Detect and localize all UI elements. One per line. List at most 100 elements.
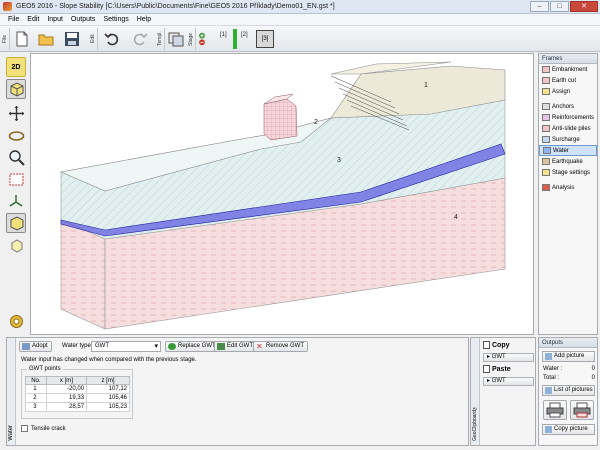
checkbox-icon (21, 425, 28, 432)
axes-icon (9, 194, 22, 207)
solid-view-button[interactable] (6, 213, 26, 233)
geo-clipboard-panel: GeoClipboard™ Copy ▸ GWT Paste ▸ GWT (470, 337, 536, 446)
reinforcements-icon (542, 114, 550, 121)
cube-icon (10, 215, 23, 231)
picture-list-icon (545, 387, 552, 394)
tensile-crack-label: Tensile crack (31, 425, 66, 432)
app-icon (3, 2, 12, 11)
save-file-button[interactable] (62, 29, 82, 49)
paste-gwt-button[interactable]: ▸ GWT (483, 377, 534, 386)
save-icon (65, 32, 79, 46)
redo-button[interactable] (130, 29, 150, 49)
move-button[interactable] (6, 103, 26, 123)
copy-gwt-button[interactable]: ▸ GWT (483, 353, 534, 362)
settings-button[interactable] (6, 311, 26, 331)
menu-input[interactable]: Input (43, 16, 67, 23)
paste-icon (483, 365, 490, 373)
template-button[interactable] (166, 29, 186, 49)
assign-icon (542, 88, 550, 95)
edit-gwt-button[interactable]: Edit GWT (214, 341, 258, 352)
window-title: GEO5 2016 - Slope Stability [C:\Users\Pu… (16, 3, 335, 10)
menu-file[interactable]: File (4, 16, 23, 23)
tensile-crack-checkbox[interactable]: Tensile crack (21, 425, 66, 432)
water-type-select[interactable]: GWT (91, 341, 161, 352)
view-3d-button[interactable] (6, 79, 26, 99)
table-row[interactable]: 1 -20,00 107,12 (25, 384, 130, 394)
stage-2-button[interactable]: [2] (241, 32, 248, 38)
zoom-icon (8, 149, 25, 166)
remove-gwt-button[interactable]: ✕ Remove GWT (253, 341, 309, 352)
water-tab[interactable]: Water (7, 338, 16, 445)
zoom-button[interactable] (6, 147, 26, 167)
move-icon (8, 105, 24, 121)
water-change-message: Water input has changed when compared wi… (21, 357, 197, 363)
frame-earthquake[interactable]: Earthquake (539, 156, 597, 167)
menu-outputs[interactable]: Outputs (67, 16, 100, 23)
frame-analysis[interactable]: Analysis (539, 182, 597, 193)
water-type-label: Water type : (62, 343, 95, 349)
paste-label: Paste (492, 365, 511, 373)
frame-earth-cut[interactable]: Earth cut (539, 75, 597, 86)
open-file-button[interactable] (36, 29, 56, 49)
total-count-value: 0 (591, 375, 595, 381)
cell-z: 105,46 (86, 393, 130, 403)
stage-3-button[interactable]: [3] (256, 30, 274, 48)
frame-stage-settings[interactable]: Stage settings (539, 167, 597, 178)
frame-anchors-label: Anchors (552, 103, 575, 110)
cell-no: 2 (25, 393, 47, 403)
menu-settings[interactable]: Settings (99, 16, 132, 23)
slope-3d-view[interactable]: 1 2 3 4 (31, 54, 533, 334)
fit-icon (9, 173, 23, 185)
template-icon (168, 32, 184, 47)
model-canvas[interactable]: 1 2 3 4 (30, 53, 534, 335)
rotate-button[interactable] (6, 125, 26, 145)
stage-add-remove-button[interactable] (196, 29, 208, 49)
fit-view-button[interactable] (6, 169, 26, 189)
print-preview-button[interactable] (570, 400, 594, 420)
frame-assign[interactable]: Assign (539, 86, 597, 97)
list-of-pictures-label: List of pictures (554, 387, 593, 393)
maximize-button[interactable]: □ (550, 1, 569, 12)
menu-edit[interactable]: Edit (23, 16, 43, 23)
gabion-wall-grid (264, 99, 297, 140)
frame-anti-slide-piles[interactable]: Anti-slide piles (539, 123, 597, 134)
frame-surcharge[interactable]: Surcharge (539, 134, 597, 145)
folder-icon (38, 34, 54, 46)
table-row[interactable]: 2 19,33 105,46 (25, 393, 130, 403)
copy-gwt-label: GWT (491, 354, 506, 360)
col-no: No. (25, 376, 47, 385)
wire-view-button[interactable] (6, 235, 26, 255)
water-type-value: GWT (95, 343, 109, 349)
frame-reinforcements[interactable]: Reinforcements (539, 112, 597, 123)
adopt-button[interactable]: Adopt (19, 341, 52, 352)
new-file-button[interactable] (12, 29, 32, 49)
adopt-button-label: Adopt (32, 343, 48, 349)
view-2d-button[interactable]: 2D (6, 57, 26, 77)
list-of-pictures-button[interactable]: List of pictures (542, 385, 595, 396)
geo-clipboard-tab[interactable]: GeoClipboard™ (471, 338, 480, 445)
frame-water[interactable]: Water (539, 145, 597, 156)
edit-gwt-label: Edit GWT (227, 343, 254, 349)
menu-help[interactable]: Help (133, 16, 155, 23)
copy-picture-button[interactable]: Copy picture (542, 424, 595, 435)
frame-anchors[interactable]: Anchors (539, 101, 597, 112)
axes-button[interactable] (6, 191, 26, 211)
close-button[interactable]: ✕ (570, 1, 598, 12)
undo-button[interactable] (102, 29, 122, 49)
printer-preview-icon (573, 402, 591, 418)
print-button[interactable] (543, 400, 567, 420)
stage-1-button[interactable]: [1] (220, 32, 227, 38)
total-count-label: Total : (543, 375, 560, 381)
region-label-2: 2 (314, 119, 318, 126)
add-picture-button[interactable]: Add picture (542, 351, 595, 362)
add-picture-label: Add picture (554, 353, 585, 359)
stage-settings-icon (542, 169, 550, 176)
table-row[interactable]: 3 28,57 105,23 (25, 402, 130, 412)
replace-gwt-label: Replace GWT (178, 343, 216, 349)
toolbar-group-file: File (2, 28, 10, 50)
frame-embankment[interactable]: Embankment (539, 64, 597, 75)
minimize-button[interactable]: ‒ (530, 1, 549, 12)
frames-header: Frames (539, 54, 597, 64)
anti-slide-piles-icon (542, 125, 550, 132)
replace-gwt-button[interactable]: Replace GWT (165, 341, 220, 352)
